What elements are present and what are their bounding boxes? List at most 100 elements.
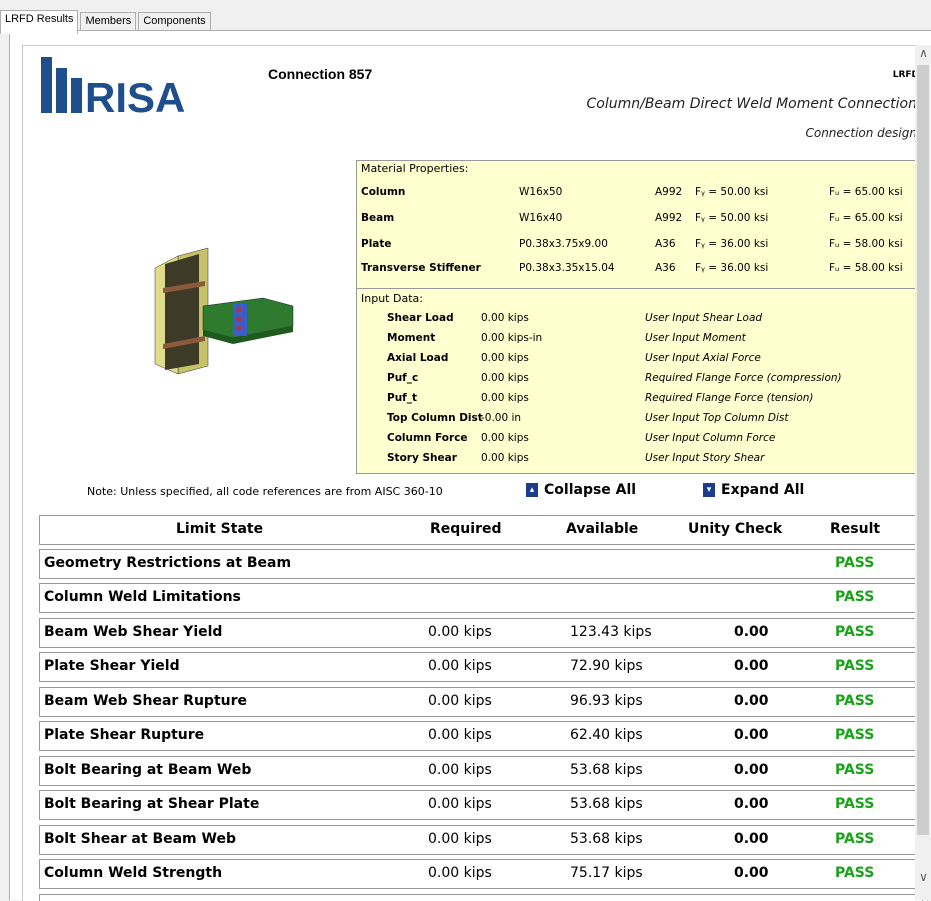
input-row: Moment 0.00 kips-in User Input Moment (357, 332, 917, 348)
required: 0.00 kips (428, 624, 492, 640)
table-row[interactable]: Bolt Bearing at Shear Plate 0.00 kips 53… (39, 790, 923, 820)
connection-3d-model (143, 246, 303, 380)
required: 0.00 kips (428, 693, 492, 709)
col-required: Required (430, 521, 502, 537)
material-grade: A36 (655, 238, 676, 250)
table-row[interactable]: Beam Web Shear Yield 0.00 kips 123.43 ki… (39, 618, 923, 648)
input-desc: User Input Moment (645, 332, 746, 344)
input-label: Column Force (387, 432, 468, 444)
table-row[interactable]: Beam Web Shear Rupture 0.00 kips 96.93 k… (39, 687, 923, 717)
logo-text: RISA (85, 74, 185, 116)
limit-state: Bolt Bearing at Shear Plate (44, 796, 260, 812)
input-value: 0.00 kips-in (481, 332, 543, 344)
input-value: 0.00 kips (481, 392, 529, 404)
material-label: Beam (361, 212, 395, 224)
result: PASS (835, 624, 875, 640)
scroll-thumb[interactable] (917, 65, 929, 835)
report-view: RISA Connection 857 LRFD Column/Beam Dir… (22, 45, 928, 901)
material-fy: Fᵧ = 36.00 ksi (695, 238, 769, 250)
expand-icon: ▾ (703, 483, 715, 497)
unity-check: 0.00 (734, 658, 769, 674)
material-grade: A992 (655, 186, 683, 198)
limit-state: Column Weld Limitations (44, 589, 241, 605)
unity-check: 0.00 (734, 865, 769, 881)
input-value: 0.00 kips (481, 372, 529, 384)
results-table-header: Limit State Required Available Unity Che… (39, 515, 923, 545)
input-desc: User Input Top Column Dist (645, 412, 789, 424)
tab-lrfd-results[interactable]: LRFD Results (0, 10, 79, 34)
input-row: Story Shear 0.00 kips User Input Story S… (357, 452, 917, 468)
available: 53.68 kips (570, 831, 643, 847)
table-row[interactable]: Bolt Bearing at Beam Web 0.00 kips 53.68… (39, 756, 923, 786)
input-label: Moment (387, 332, 436, 344)
required: 0.00 kips (428, 762, 492, 778)
table-row[interactable]: Bolt Shear at Beam Web 0.00 kips 53.68 k… (39, 825, 923, 855)
material-shape: W16x50 (519, 186, 563, 198)
material-shape: W16x40 (519, 212, 563, 224)
unity-check: 0.00 (734, 796, 769, 812)
col-available: Available (566, 521, 639, 537)
section-divider (357, 288, 917, 289)
material-label: Column (361, 186, 406, 198)
input-row: Column Force 0.00 kips User Input Column… (357, 432, 917, 448)
required: 0.00 kips (428, 727, 492, 743)
input-value: 0.00 kips (481, 432, 529, 444)
limit-state: Beam Web Shear Rupture (44, 693, 248, 709)
result: PASS (835, 555, 875, 571)
available: 53.68 kips (570, 762, 643, 778)
vertical-scrollbar[interactable]: ∧ ∨ (915, 45, 931, 900)
table-row[interactable]: Plate Shear Rupture 0.00 kips 62.40 kips… (39, 721, 923, 751)
result: PASS (835, 658, 875, 674)
result: PASS (835, 693, 875, 709)
input-desc: Required Flange Force (compression) (645, 372, 842, 384)
input-row: Puf_t 0.00 kips Required Flange Force (t… (357, 392, 917, 408)
table-row[interactable]: Plate Shear Yield 0.00 kips 72.90 kips 0… (39, 652, 923, 682)
material-grade: A992 (655, 212, 683, 224)
input-desc: Required Flange Force (tension) (645, 392, 814, 404)
input-value: -0.00 in (481, 412, 522, 424)
input-row: Axial Load 0.00 kips User Input Axial Fo… (357, 352, 917, 368)
input-data-heading: Input Data: (361, 292, 423, 305)
table-row[interactable]: Geometry Restrictions at Beam PASS (39, 549, 923, 579)
table-row[interactable]: Column Weld Strength 0.00 kips 75.17 kip… (39, 859, 923, 889)
input-value: 0.00 kips (481, 352, 529, 364)
table-row[interactable] (39, 894, 923, 901)
connection-design-note: Connection design (805, 126, 917, 140)
available: 75.17 kips (570, 865, 643, 881)
available: 123.43 kips (570, 624, 652, 640)
code-reference-note: Note: Unless specified, all code referen… (87, 485, 443, 498)
tab-bar: LRFD Results Members Components (0, 10, 213, 34)
input-row: Top Column Dist -0.00 in User Input Top … (357, 412, 917, 428)
available: 96.93 kips (570, 693, 643, 709)
table-row[interactable]: Column Weld Limitations PASS (39, 583, 923, 613)
connection-type: Column/Beam Direct Weld Moment Connectio… (586, 96, 918, 112)
result: PASS (835, 796, 875, 812)
available: 53.68 kips (570, 796, 643, 812)
material-label: Transverse Stiffener (361, 262, 481, 274)
result: PASS (835, 831, 875, 847)
limit-state: Geometry Restrictions at Beam (44, 555, 292, 571)
material-row: Column W16x50 A992 Fᵧ = 50.00 ksi Fᵤ = 6… (361, 186, 913, 202)
limit-state: Bolt Bearing at Beam Web (44, 762, 252, 778)
limit-state: Plate Shear Yield (44, 658, 180, 674)
limit-state: Beam Web Shear Yield (44, 624, 223, 640)
col-limit-state: Limit State (176, 521, 264, 537)
material-properties-heading: Material Properties: (361, 162, 469, 175)
scroll-down-icon[interactable]: ∨ (915, 869, 931, 886)
material-label: Plate (361, 238, 392, 250)
available: 72.90 kips (570, 658, 643, 674)
unity-check: 0.00 (734, 727, 769, 743)
scroll-up-icon[interactable]: ∧ (915, 45, 931, 62)
expand-all-button[interactable]: ▾ Expand All (703, 482, 804, 498)
material-fu: Fᵤ = 58.00 ksi (829, 238, 903, 250)
material-fu: Fᵤ = 58.00 ksi (829, 262, 903, 274)
material-shape: P0.38x3.75x9.00 (519, 238, 608, 250)
material-fy: Fᵧ = 50.00 ksi (695, 212, 769, 224)
limit-state: Plate Shear Rupture (44, 727, 205, 743)
limit-state: Column Weld Strength (44, 865, 223, 881)
input-label: Puf_t (387, 392, 418, 404)
material-fy: Fᵧ = 36.00 ksi (695, 262, 769, 274)
input-label: Story Shear (387, 452, 457, 464)
input-label: Puf_c (387, 372, 419, 384)
collapse-all-button[interactable]: ▴ Collapse All (526, 482, 636, 498)
